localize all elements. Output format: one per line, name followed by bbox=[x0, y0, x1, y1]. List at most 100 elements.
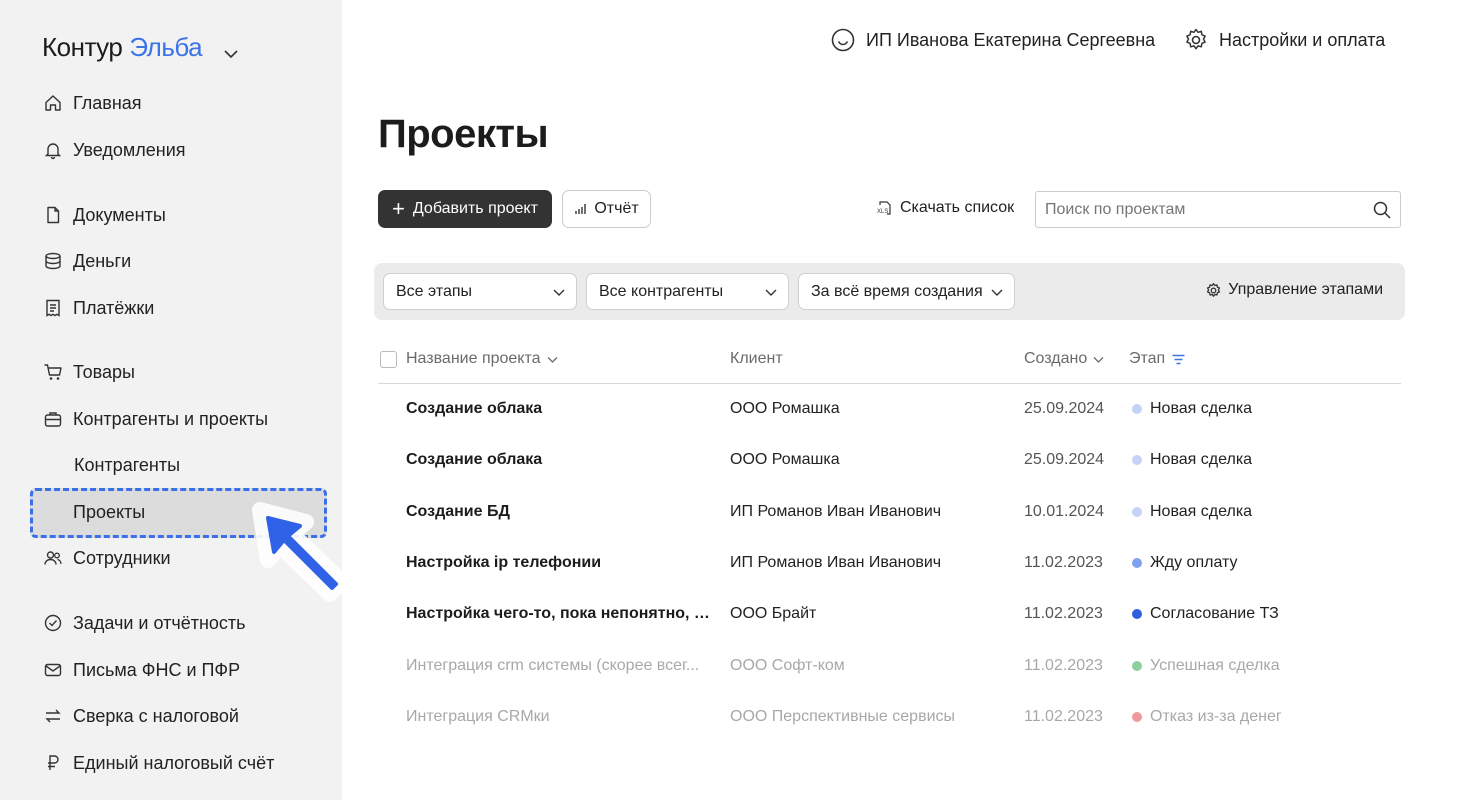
client-name-text: ООО Ромашка bbox=[730, 450, 840, 468]
created-date: 11.02.2023 bbox=[1024, 588, 1124, 639]
stage-text: Новая сделка bbox=[1150, 450, 1253, 468]
search-box bbox=[1035, 191, 1401, 228]
column-header-name[interactable]: Название проекта bbox=[406, 350, 559, 368]
created-date: 11.02.2023 bbox=[1024, 640, 1124, 691]
sidebar-item-documents[interactable]: Документы bbox=[42, 200, 166, 230]
created-date-text: 11.02.2023 bbox=[1024, 656, 1103, 674]
table-row[interactable]: Настройка ip телефонии ИП Романов Иван Ив… bbox=[378, 537, 1401, 588]
created-date: 10.01.2024 bbox=[1024, 486, 1124, 537]
sidebar-item-contractors-projects[interactable]: Контрагенты и проекты bbox=[42, 404, 268, 434]
project-name[interactable]: Настройка ip телефонии bbox=[406, 537, 712, 588]
stage-cell: Новая сделка bbox=[1132, 383, 1392, 434]
period-filter-value: За всё время создания bbox=[811, 282, 983, 300]
gear-icon bbox=[1186, 28, 1206, 50]
sidebar-item-label: Задачи и отчётность bbox=[73, 612, 246, 633]
manage-stages-link[interactable]: Управление этапами bbox=[1205, 281, 1383, 299]
sidebar-item-goods[interactable]: Товары bbox=[42, 357, 135, 387]
svg-text:XLS: XLS bbox=[877, 209, 888, 215]
table-row[interactable]: Интеграция crm системы (скорее всег... ОО… bbox=[378, 640, 1401, 691]
table-row[interactable]: Интеграция CRMки ООО Перспективные сервис… bbox=[378, 691, 1401, 742]
mail-icon bbox=[42, 659, 64, 681]
download-label: Скачать список bbox=[900, 199, 1015, 216]
column-header-created[interactable]: Создано bbox=[1024, 350, 1105, 368]
period-filter-dropdown[interactable]: За всё время создания bbox=[798, 273, 1015, 310]
chevron-down-icon[interactable] bbox=[222, 39, 240, 58]
project-name[interactable]: Создание облака bbox=[406, 434, 712, 485]
document-icon bbox=[42, 204, 64, 226]
logo-part2: Эльба bbox=[129, 32, 203, 62]
user-account[interactable]: ИП Иванова Екатерина Сергеевна bbox=[830, 27, 1155, 53]
contractor-filter-value: Все контрагенты bbox=[599, 282, 724, 300]
chevron-down-icon bbox=[765, 289, 777, 296]
sidebar-item-letters[interactable]: Письма ФНС и ПФР bbox=[42, 655, 240, 685]
sort-icon bbox=[1172, 354, 1185, 364]
sidebar-item-label: Письма ФНС и ПФР bbox=[73, 659, 241, 680]
sidebar-item-home[interactable]: Главная bbox=[42, 88, 142, 118]
search-input[interactable] bbox=[1036, 200, 1356, 219]
chevron-down-icon bbox=[547, 356, 557, 363]
add-project-button[interactable]: + Добавить проект bbox=[378, 190, 552, 228]
client-name: ИП Романов Иван Иванович bbox=[730, 486, 1000, 537]
table-row[interactable]: Создание БД ИП Романов Иван Иванович 10.01… bbox=[378, 486, 1401, 537]
stage-text: Отказ из-за денег bbox=[1150, 707, 1282, 725]
created-date: 11.02.2023 bbox=[1024, 691, 1124, 742]
report-button[interactable]: Отчёт bbox=[562, 190, 651, 228]
sidebar-item-payments[interactable]: Платёжки bbox=[42, 293, 154, 323]
report-label: Отчёт bbox=[594, 200, 639, 217]
filter-bar: Все этапы Все контрагенты За всё время с… bbox=[374, 263, 1405, 320]
select-all-checkbox[interactable] bbox=[380, 351, 397, 368]
project-name[interactable]: Создание облака bbox=[406, 383, 712, 434]
project-name-text: Создание облака bbox=[406, 450, 543, 468]
stage-cell: Новая сделка bbox=[1132, 434, 1392, 485]
logo[interactable]: Контур Эльба bbox=[42, 32, 240, 63]
download-list-link[interactable]: XLS Скачать список bbox=[876, 199, 1014, 217]
check-circle-icon bbox=[42, 612, 64, 634]
bell-icon bbox=[42, 139, 64, 161]
project-name[interactable]: Создание БД bbox=[406, 486, 712, 537]
project-name[interactable]: Настройка чего-то, пока непонятно, на... bbox=[406, 588, 712, 639]
manage-stages-label: Управление этапами bbox=[1228, 281, 1383, 298]
sidebar-item-money[interactable]: Деньги bbox=[42, 246, 131, 276]
contractor-filter-dropdown[interactable]: Все контрагенты bbox=[586, 273, 789, 310]
stage-filter-dropdown[interactable]: Все этапы bbox=[383, 273, 577, 310]
created-date-text: 25.09.2024 bbox=[1024, 399, 1105, 417]
stage-dot bbox=[1132, 608, 1142, 619]
created-date: 25.09.2024 bbox=[1024, 434, 1124, 485]
settings-link[interactable]: Настройки и оплата bbox=[1183, 27, 1385, 53]
cart-icon bbox=[42, 361, 64, 383]
sidebar-item-reconciliation[interactable]: Сверка с налоговой bbox=[42, 701, 239, 731]
client-name-text: ООО Софт-ком bbox=[730, 656, 845, 674]
table-row[interactable]: Создание облака ООО Ромашка 25.09.2024 Нова… bbox=[378, 434, 1401, 485]
xls-icon: XLS bbox=[877, 201, 891, 215]
smile-icon bbox=[831, 28, 855, 52]
created-date: 25.09.2024 bbox=[1024, 383, 1124, 434]
sidebar-item-label: Товары bbox=[73, 361, 135, 382]
sidebar-item-notifications[interactable]: Уведомления bbox=[42, 135, 186, 165]
settings-label: Настройки и оплата bbox=[1219, 29, 1386, 50]
table-row[interactable]: Создание облака ООО Ромашка 25.09.2024 Нова… bbox=[378, 383, 1401, 434]
home-icon bbox=[42, 92, 64, 114]
stage-dot bbox=[1132, 660, 1142, 671]
client-name: ООО Ромашка bbox=[730, 383, 1000, 434]
sidebar-item-employees[interactable]: Сотрудники bbox=[42, 543, 171, 573]
chevron-down-icon bbox=[991, 289, 1003, 296]
column-header-label: Клиент bbox=[730, 350, 783, 367]
project-name-text: Интеграция crm системы (скорее всег... bbox=[406, 656, 700, 674]
project-name-text: Настройка ip телефонии bbox=[406, 553, 602, 571]
project-name[interactable]: Интеграция crm системы (скорее всег... bbox=[406, 640, 712, 691]
sidebar-item-tasks[interactable]: Задачи и отчётность bbox=[42, 608, 246, 638]
sidebar-item-label: Документы bbox=[73, 204, 166, 225]
search-icon[interactable] bbox=[1372, 200, 1392, 220]
created-date-text: 25.09.2024 bbox=[1024, 450, 1105, 468]
client-name-text: ООО Перспективные сервисы bbox=[730, 707, 955, 725]
sidebar-item-label: Контрагенты и проекты bbox=[73, 408, 269, 429]
table-row[interactable]: Настройка чего-то, пока непонятно, на...… bbox=[378, 588, 1401, 639]
sidebar-item-tax-account[interactable]: Единый налоговый счёт bbox=[42, 748, 274, 778]
sidebar-item-projects[interactable]: Проекты bbox=[73, 497, 145, 527]
column-header-stage[interactable]: Этап bbox=[1129, 350, 1186, 368]
project-name[interactable]: Интеграция CRMки bbox=[406, 691, 712, 742]
logo-part1: Контур bbox=[42, 32, 123, 62]
sidebar-item-label: Единый налоговый счёт bbox=[73, 752, 275, 773]
sidebar-item-contractors[interactable]: Контрагенты bbox=[74, 450, 180, 480]
column-header-client: Клиент bbox=[730, 350, 783, 368]
